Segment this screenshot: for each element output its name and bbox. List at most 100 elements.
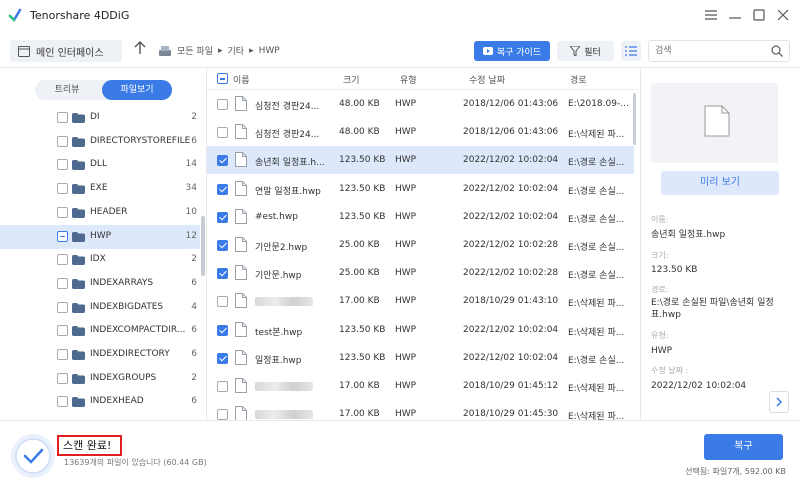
- folder-item[interactable]: INDEXDIRECTORY 6: [0, 343, 200, 367]
- next-button[interactable]: [769, 391, 789, 413]
- col-path[interactable]: 경로: [570, 73, 587, 86]
- folder-checkbox[interactable]: [57, 372, 68, 384]
- home-button[interactable]: 메인 인터페이스: [10, 40, 122, 62]
- chevron-right-icon: ▸: [249, 45, 254, 56]
- folder-item[interactable]: INDEXCOMPACTDIR... 6: [0, 319, 200, 343]
- file-path: E:\경로 손실...: [568, 158, 625, 169]
- folder-item[interactable]: INDEXBIGDATES 4: [0, 296, 200, 320]
- folder-item[interactable]: DI 2: [0, 106, 200, 130]
- file-size: 123.50 KB: [339, 211, 386, 222]
- folder-checkbox[interactable]: [57, 277, 68, 289]
- file-size: 25.00 KB: [339, 240, 380, 250]
- folder-checkbox[interactable]: [57, 325, 68, 337]
- file-size: 17.00 KB: [339, 381, 380, 391]
- folder-icon: [72, 160, 85, 171]
- row-checkbox[interactable]: [217, 352, 228, 364]
- folder-item[interactable]: INDEXARRAYS 6: [0, 272, 200, 296]
- table-row[interactable]: test본.hwp 123.50 KB HWP 2022/12/02 10:02:04…: [207, 316, 634, 344]
- row-checkbox[interactable]: [217, 268, 228, 280]
- maximize-icon[interactable]: [750, 6, 768, 24]
- select-all-checkbox[interactable]: [217, 73, 228, 84]
- table-row[interactable]: 기안문2.hwp 25.00 KB HWP 2022/12/02 10:02:28 E:…: [207, 231, 634, 259]
- folder-checkbox[interactable]: [57, 301, 68, 313]
- close-icon[interactable]: [774, 6, 792, 24]
- folder-name: DIRECTORYSTOREFILE: [90, 135, 191, 146]
- col-size[interactable]: 크기: [343, 73, 360, 86]
- breadcrumb-item[interactable]: 기타: [228, 44, 245, 57]
- filter-button[interactable]: 필터: [557, 41, 614, 61]
- row-checkbox[interactable]: [217, 127, 228, 139]
- folder-item[interactable]: DIRECTORYSTOREFILE 6: [0, 130, 200, 154]
- minimize-icon[interactable]: [726, 6, 744, 24]
- table-row[interactable]: 심청전 경판24... 48.00 KB HWP 2018/12/06 01:43:0…: [207, 118, 634, 146]
- search-input[interactable]: [655, 44, 765, 58]
- folder-item[interactable]: HWP 12: [0, 224, 200, 249]
- col-modified[interactable]: 수정 날짜: [469, 73, 505, 86]
- breadcrumb-item[interactable]: 모든 파일: [177, 44, 213, 57]
- file-modified: 2018/10/29 01:43:10: [463, 296, 559, 307]
- folder-item[interactable]: HEADER 10: [0, 201, 200, 225]
- up-arrow-icon[interactable]: [133, 41, 147, 59]
- folder-checkbox[interactable]: [57, 396, 68, 408]
- folder-checkbox[interactable]: [57, 112, 68, 123]
- file-icon: [235, 124, 247, 140]
- folder-name: INDEXCOMPACTDIR...: [90, 325, 186, 336]
- file-icon: [235, 265, 247, 281]
- table-row[interactable]: #est.hwp 123.50 KB HWP 2022/12/02 10:02:04 E…: [207, 203, 634, 231]
- row-checkbox[interactable]: [217, 324, 228, 336]
- recovery-guide-button[interactable]: 복구 가이드: [474, 41, 550, 61]
- folder-item[interactable]: INDEXGROUPS 2: [0, 367, 200, 391]
- table-row[interactable]: 심청전 경판24... 48.00 KB HWP 2018/12/06 01:43:0…: [207, 90, 634, 118]
- breadcrumb-item[interactable]: HWP: [259, 46, 280, 56]
- list-view-icon[interactable]: [621, 41, 641, 61]
- folder-item[interactable]: IDX 2: [0, 248, 200, 272]
- row-checkbox[interactable]: [217, 155, 228, 167]
- col-name[interactable]: 이름: [233, 73, 250, 86]
- folder-item[interactable]: DLL 14: [0, 153, 200, 177]
- table-row[interactable]: 기안문.hwp 25.00 KB HWP 2022/12/02 10:02:28 E:\…: [207, 259, 634, 287]
- folder-count: 6: [191, 349, 197, 359]
- file-type: HWP: [395, 296, 417, 307]
- search-box[interactable]: [648, 40, 790, 62]
- folder-checkbox[interactable]: [57, 159, 68, 171]
- row-checkbox[interactable]: [217, 409, 228, 420]
- file-view-tab[interactable]: 파일보기: [102, 80, 172, 100]
- search-icon[interactable]: [771, 45, 783, 57]
- table-row[interactable]: 17.00 KB HWP 2018/10/29 01:45:30 E:\삭제된 파..…: [207, 400, 634, 420]
- scrollbar[interactable]: [201, 216, 205, 276]
- table-row[interactable]: 17.00 KB HWP 2018/10/29 01:43:10 E:\삭제된 파..…: [207, 287, 634, 315]
- folder-icon: [72, 302, 85, 313]
- menu-icon[interactable]: [702, 6, 720, 24]
- folder-checkbox[interactable]: [57, 230, 68, 242]
- recover-button[interactable]: 복구: [704, 434, 783, 460]
- folder-checkbox[interactable]: [57, 206, 68, 218]
- folder-checkbox[interactable]: [57, 254, 68, 266]
- row-checkbox[interactable]: [217, 183, 228, 195]
- table-row[interactable]: 일정표.hwp 123.50 KB HWP 2022/12/02 10:02:04 E:…: [207, 344, 634, 372]
- title-bar: Tenorshare 4DDiG: [0, 0, 800, 32]
- row-checkbox[interactable]: [217, 211, 228, 223]
- folder-checkbox[interactable]: [57, 183, 68, 195]
- row-checkbox[interactable]: [217, 99, 228, 110]
- file-icon: [235, 208, 247, 224]
- folder-checkbox[interactable]: [57, 349, 68, 360]
- col-type[interactable]: 유형: [400, 73, 417, 86]
- table-row[interactable]: 17.00 KB HWP 2018/10/29 01:45:12 E:\삭제된 파..…: [207, 372, 634, 400]
- folder-tree-panel: 트리뷰 파일보기 DI 2 DIRECTORYSTOREFILE 6 DLL 14 EXE 3…: [0, 68, 207, 420]
- folder-name: INDEXDIRECTORY: [90, 349, 170, 359]
- scrollbar[interactable]: [633, 93, 636, 145]
- tree-view-tab[interactable]: 트리뷰: [35, 80, 99, 100]
- size-key: 크기:: [651, 251, 669, 260]
- folder-checkbox[interactable]: [57, 135, 68, 147]
- row-checkbox[interactable]: [217, 381, 228, 392]
- table-row[interactable]: 연말 일정표.hwp 123.50 KB HWP 2022/12/02 10:02:0…: [207, 175, 634, 203]
- folder-count: 34: [185, 183, 197, 194]
- preview-button[interactable]: 미리 보기: [661, 171, 779, 195]
- folder-icon: [72, 184, 85, 195]
- folder-item[interactable]: EXE 34: [0, 177, 200, 201]
- folder-count: 6: [191, 135, 197, 146]
- folder-item[interactable]: INDEXHEAD 6: [0, 390, 200, 414]
- table-row[interactable]: 송년회 일정표.h... 123.50 KB HWP 2022/12/02 10:02…: [207, 146, 634, 175]
- row-checkbox[interactable]: [217, 240, 228, 251]
- row-checkbox[interactable]: [217, 296, 228, 308]
